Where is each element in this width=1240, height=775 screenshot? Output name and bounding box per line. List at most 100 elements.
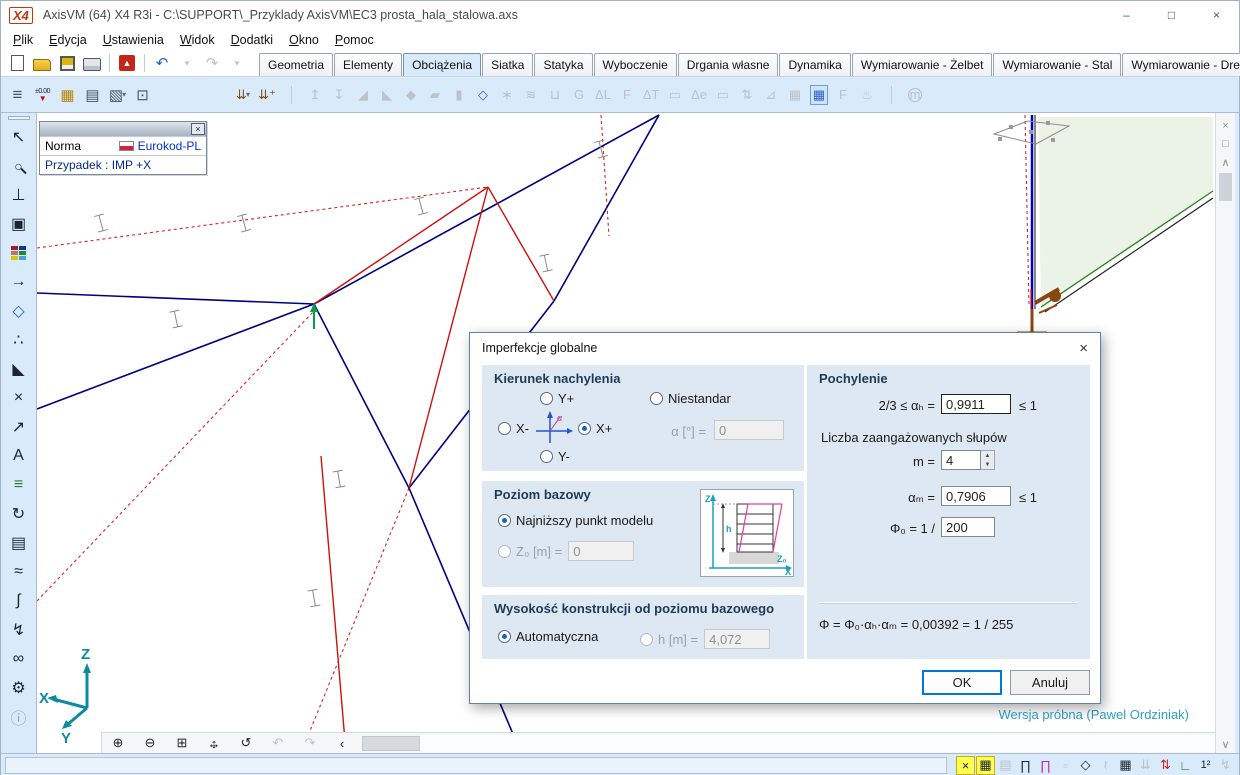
vertical-scrollbar-thumb[interactable] — [1219, 173, 1232, 201]
load-group-add-icon[interactable]: ⇊⁺ — [255, 81, 279, 109]
new-file-icon[interactable] — [5, 52, 29, 74]
ramp-load-icon[interactable]: ◢ — [351, 81, 375, 109]
canvas-restore-icon[interactable]: □ — [1218, 135, 1234, 153]
tension-force-icon[interactable]: F — [615, 81, 639, 109]
radio-automatic-height[interactable]: Automatyczna — [498, 629, 598, 644]
undo-icon[interactable]: ↶ — [150, 52, 174, 74]
ok-button[interactable]: OK — [922, 670, 1002, 695]
seismic-load-icon[interactable]: ▦ — [783, 81, 807, 109]
info-icon[interactable]: ⓘ — [5, 702, 33, 731]
wind-load-icon[interactable]: ≋ — [519, 81, 543, 109]
thermal-load-icon[interactable]: ΔT — [639, 81, 663, 109]
snow-load-icon[interactable]: ∗ — [495, 81, 519, 109]
maximize-button[interactable]: □ — [1149, 1, 1194, 29]
module-tab[interactable]: Siatka — [482, 53, 533, 76]
horizontal-scrollbar-thumb[interactable] — [362, 736, 420, 751]
nodal-mass-icon[interactable]: m — [903, 81, 927, 109]
zoom-out-icon[interactable]: ⊖ — [134, 735, 166, 751]
save-file-icon[interactable] — [55, 52, 79, 74]
table-browser-icon[interactable]: ▤ — [996, 756, 1015, 775]
infobox-close-icon[interactable]: × — [191, 123, 205, 135]
menu-item[interactable]: Okno — [281, 31, 327, 49]
spline-icon[interactable]: ≀ — [1096, 756, 1115, 775]
phi0-field[interactable] — [941, 517, 995, 537]
z0-field[interactable] — [568, 541, 634, 561]
renumber-icon[interactable]: ↻ — [5, 499, 33, 528]
table-grid-icon[interactable]: ▦ — [55, 81, 80, 109]
m-field[interactable] — [941, 450, 981, 470]
zoom-in-icon[interactable]: ⊕ — [102, 735, 134, 751]
radio-lowest-point[interactable]: Najniższy punkt modelu — [498, 513, 653, 528]
render-icon[interactable]: ↯ — [1216, 756, 1235, 775]
radio-z0-level[interactable]: Z₀ [m] = — [498, 541, 634, 561]
menu-item[interactable]: Dodatki — [223, 31, 281, 49]
influence-line-icon[interactable]: ⊿ — [759, 81, 783, 109]
save-view-icon[interactable]: ⊡ — [130, 81, 155, 109]
wrench-icon[interactable]: ⚙ — [5, 673, 33, 702]
toolbar-grip[interactable] — [8, 116, 30, 120]
redo-caret-icon[interactable]: ▾ — [225, 52, 249, 74]
radio-custom-direction[interactable]: Niestandar — [650, 391, 731, 406]
pdf-icon[interactable]: ▲ — [115, 52, 139, 74]
geometry-check-icon[interactable]: ◇ — [1076, 756, 1095, 775]
self-weight-icon[interactable]: G — [567, 81, 591, 109]
menu-item[interactable]: Edycja — [41, 31, 95, 49]
module-tab[interactable]: Drgania własne — [678, 53, 779, 76]
numbering-icon[interactable]: 1² — [1196, 756, 1215, 775]
undo-view-icon[interactable]: ↶ — [262, 735, 294, 751]
table-icon[interactable]: ▤ — [5, 528, 33, 557]
load-panel-icon[interactable]: ◇ — [471, 81, 495, 109]
moving-load-icon[interactable]: ▭ — [663, 81, 687, 109]
fire-load-icon[interactable]: ♨ — [855, 81, 879, 109]
reaction-display-icon[interactable]: ⇅ — [1156, 756, 1175, 775]
snap-grid-icon[interactable]: ▦ — [976, 756, 995, 775]
color-coding-icon[interactable] — [5, 238, 33, 267]
menu-item[interactable]: Widok — [172, 31, 223, 49]
workplane-icon[interactable]: ∏ — [1016, 756, 1035, 775]
module-tab[interactable]: Obciążenia — [403, 53, 481, 76]
block-load-icon[interactable]: ▮ — [447, 81, 471, 109]
radio-y-plus[interactable]: Y+ — [540, 391, 574, 406]
move-icon[interactable]: ↗ — [5, 412, 33, 441]
crane-load-icon[interactable]: ▭ — [711, 81, 735, 109]
spin-up-icon[interactable]: ▲ — [981, 451, 994, 460]
drafting-icon[interactable]: ◣ — [5, 354, 33, 383]
report-icon[interactable]: ▤ — [80, 81, 105, 109]
redo-view-icon[interactable]: ↷ — [294, 735, 326, 751]
module-tab[interactable]: Wyboczenie — [594, 53, 677, 76]
slab-load-icon[interactable]: ▰ — [423, 81, 447, 109]
selection-cursor-icon[interactable]: ↖ — [5, 122, 33, 151]
local-axes-icon[interactable]: ∟ — [1176, 756, 1195, 775]
menu-item[interactable]: Ustawienia — [95, 31, 172, 49]
sep[interactable] — [879, 81, 903, 109]
undo-caret-icon[interactable]: ▾ — [175, 52, 199, 74]
menu-item[interactable]: Pomoc — [327, 31, 382, 49]
module-tab[interactable]: Dynamika — [779, 53, 850, 76]
text-icon[interactable]: A — [5, 441, 33, 470]
print-icon[interactable] — [80, 52, 104, 74]
dropdown-caret-icon[interactable]: ▾ — [246, 90, 250, 99]
wedge-load-icon[interactable]: ◣ — [375, 81, 399, 109]
polyline-icon[interactable]: ≈ — [5, 557, 33, 586]
line-support-load-icon[interactable]: ↧ — [327, 81, 351, 109]
delete-lines-icon[interactable]: × — [5, 383, 33, 412]
layers-icon[interactable]: ≡ — [5, 81, 30, 109]
workplanes-icon[interactable]: ≡ — [5, 470, 33, 499]
redo-icon[interactable]: ↷ — [200, 52, 224, 74]
module-tab[interactable]: Wymiarowanie - Drewno — [1122, 53, 1240, 76]
canvas-close-icon[interactable]: × — [1218, 117, 1234, 135]
elevation-icon[interactable]: ±0.00 — [30, 81, 55, 109]
menu-item[interactable]: Plik — [5, 31, 41, 49]
prestress-load-icon[interactable]: F — [831, 81, 855, 109]
support-settlement-icon[interactable]: ⇅ — [735, 81, 759, 109]
zoom-tool-icon[interactable]: ○ — [5, 151, 33, 180]
module-tab[interactable]: Geometria — [259, 53, 333, 76]
guidelines-icon[interactable]: ∴ — [5, 325, 33, 354]
alpha-angle-field[interactable] — [714, 420, 784, 440]
module-tab[interactable]: Wymiarowanie - Żelbet — [852, 53, 993, 76]
horizontal-scrollbar-track[interactable] — [420, 735, 1215, 752]
scroll-down-icon[interactable]: ∨ — [1218, 735, 1234, 753]
radio-y-minus[interactable]: Y- — [540, 449, 570, 464]
sep[interactable] — [279, 81, 303, 109]
module-tab[interactable]: Statyka — [534, 53, 592, 76]
